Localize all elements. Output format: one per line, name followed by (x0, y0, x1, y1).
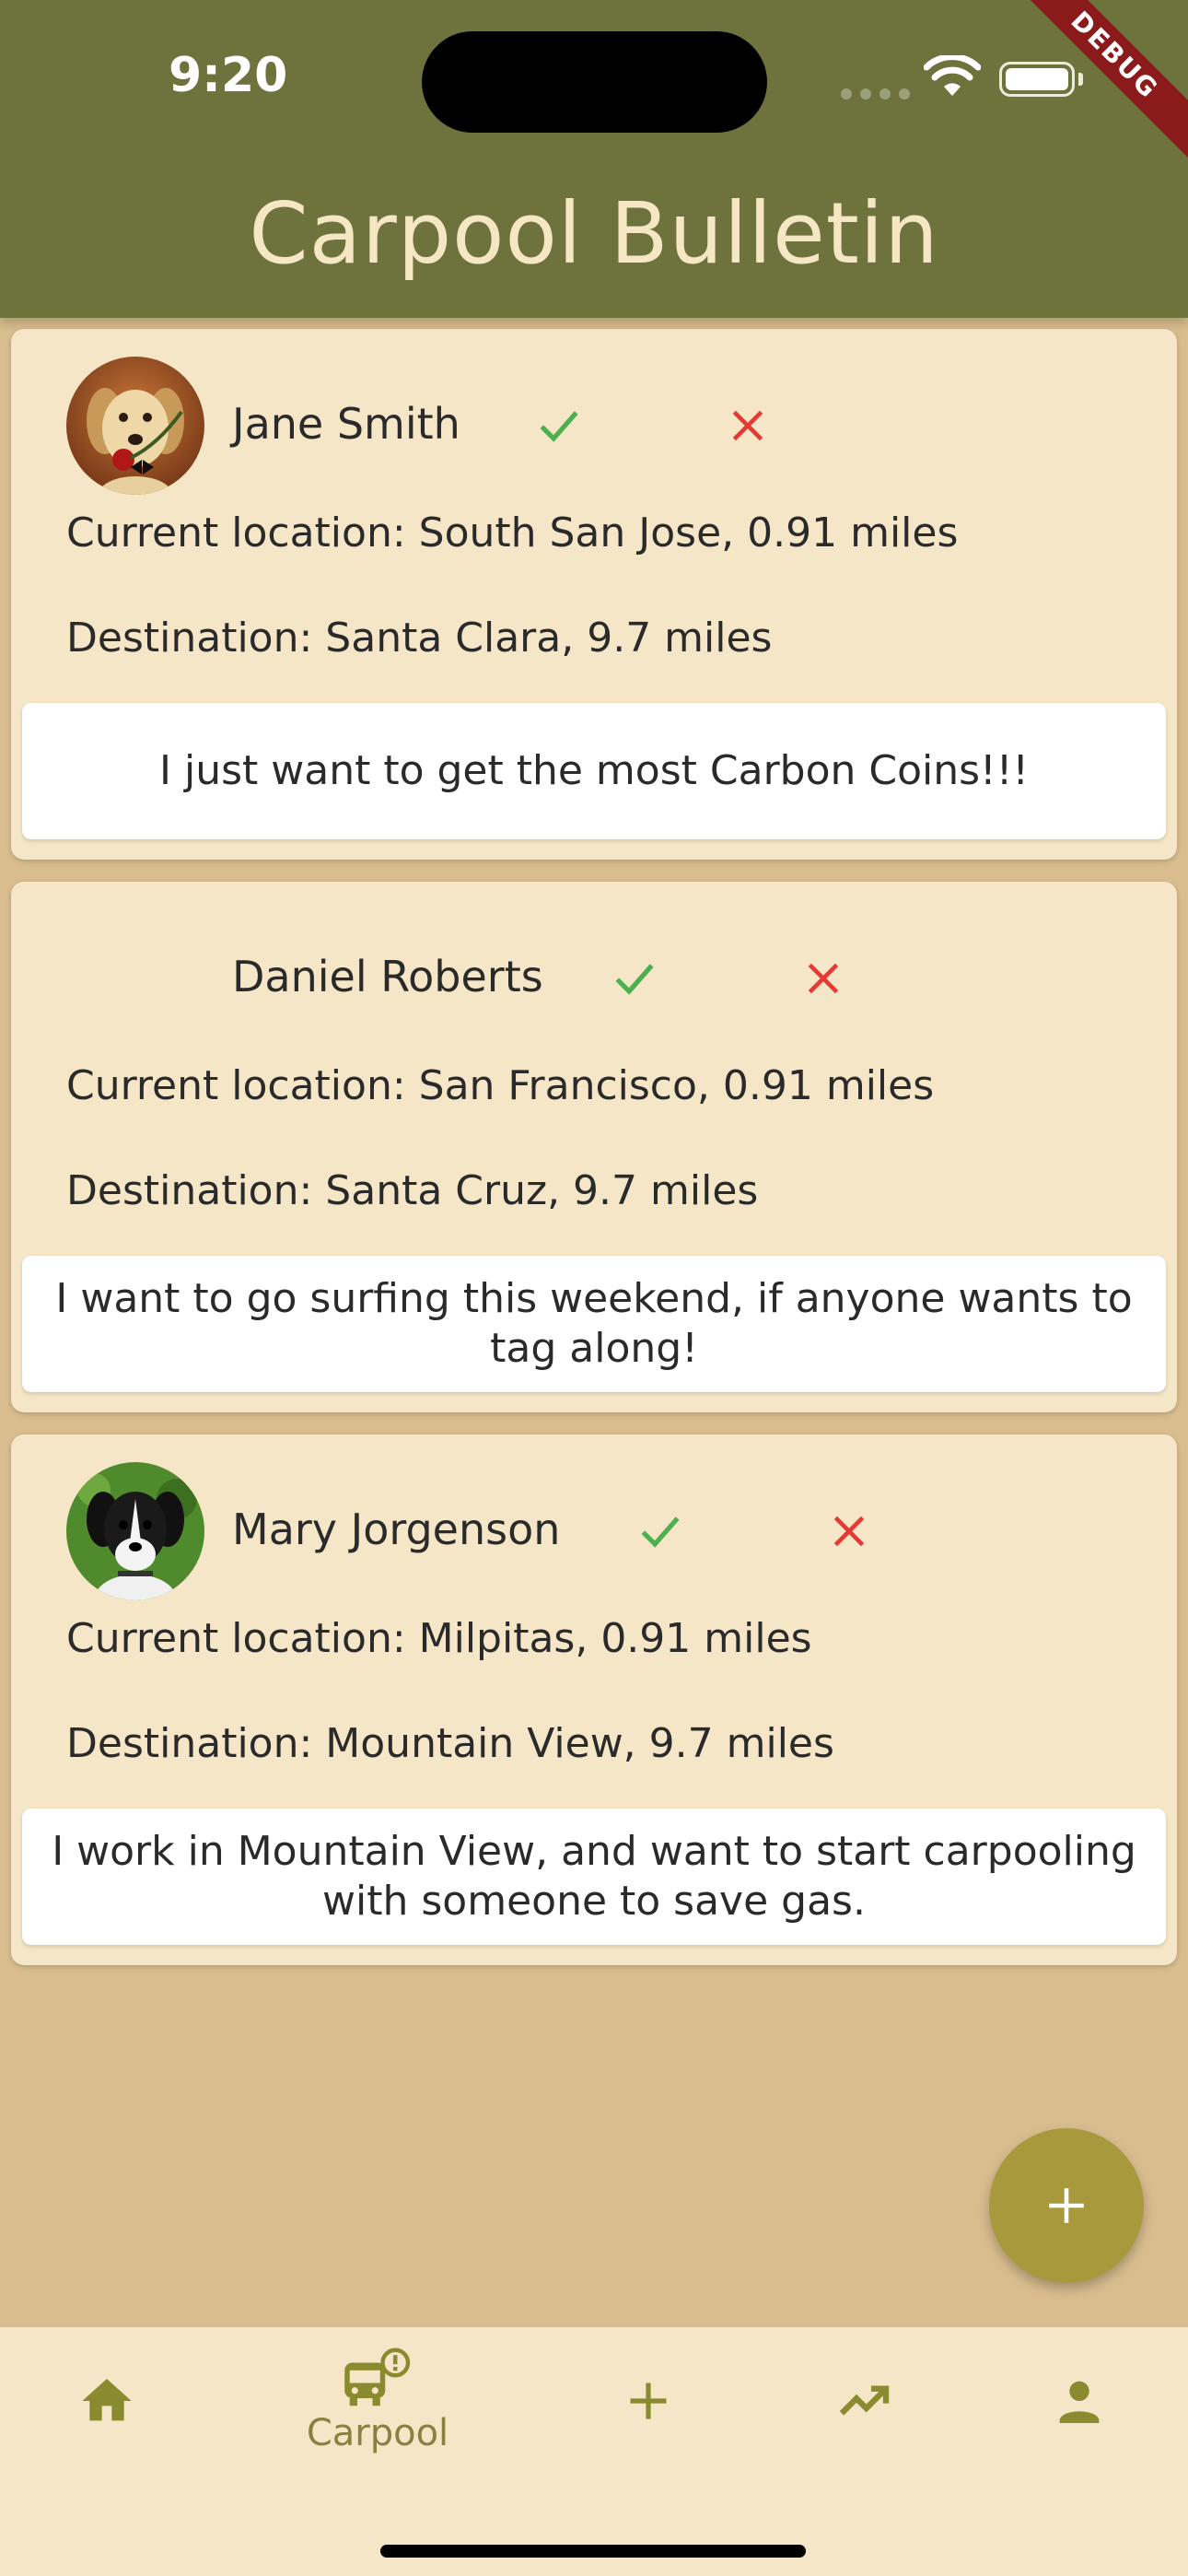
bottom-navigation: Carpool (0, 2327, 1188, 2576)
accept-button[interactable] (602, 946, 667, 1011)
person-icon (1059, 2381, 1100, 2423)
destination: Destination: Santa Cruz, 9.7 miles (66, 1167, 759, 1214)
close-icon (732, 410, 763, 441)
nav-home[interactable] (61, 2327, 153, 2475)
reject-button[interactable] (817, 1499, 881, 1563)
post-card: Mary Jorgenson Current location: Milpita… (11, 1434, 1177, 1965)
plus-icon (630, 2383, 667, 2419)
nav-profile[interactable] (1033, 2327, 1125, 2475)
battery-icon (999, 62, 1075, 97)
app-bar: 9:20 DEBUG Carpool Bulletin (0, 0, 1188, 318)
post-card: Daniel Roberts Current location: San Fra… (11, 882, 1177, 1412)
black-white-puppy-photo (66, 1462, 204, 1600)
app-title: Carpool Bulletin (249, 184, 939, 283)
nav-carpool[interactable]: Carpool (285, 2327, 470, 2475)
nav-trends[interactable] (818, 2327, 910, 2475)
home-icon (82, 2379, 132, 2421)
close-icon (833, 1516, 865, 1547)
dynamic-island (422, 31, 767, 133)
current-location: Current location: Milpitas, 0.91 miles (66, 1615, 812, 1662)
check-icon (641, 1516, 680, 1548)
status-time: 9:20 (169, 48, 288, 103)
message-box: I work in Mountain View, and want to sta… (22, 1809, 1166, 1945)
status-icons (841, 55, 1083, 101)
accept-button[interactable] (628, 1499, 693, 1563)
trending-up-icon (839, 2385, 890, 2416)
reject-button[interactable] (791, 946, 856, 1011)
post-card: Jane Smith Current location: South San J… (11, 329, 1177, 860)
destination: Destination: Santa Clara, 9.7 miles (66, 615, 773, 662)
message-box: I want to go surfing this weekend, if an… (22, 1256, 1166, 1392)
check-icon (615, 964, 654, 995)
home-indicator[interactable] (380, 2545, 806, 2558)
wifi-icon (924, 55, 981, 96)
driver-name: Mary Jorgenson (232, 1505, 561, 1554)
current-location: Current location: San Francisco, 0.91 mi… (66, 1062, 935, 1109)
check-icon (540, 411, 578, 442)
avatar[interactable] (66, 357, 204, 495)
close-icon (808, 963, 839, 994)
accept-button[interactable] (527, 393, 591, 458)
driver-name: Jane Smith (232, 399, 460, 449)
message-box: I just want to get the most Carbon Coins… (22, 703, 1166, 839)
add-post-button[interactable] (989, 2128, 1144, 2283)
bus-alert-icon (344, 2348, 411, 2406)
nav-add[interactable] (602, 2327, 694, 2475)
reject-button[interactable] (716, 393, 780, 458)
avatar[interactable] (66, 1462, 204, 1600)
cellular-signal-icon (841, 88, 910, 100)
driver-name: Daniel Roberts (232, 952, 543, 1001)
puppy-with-rose-photo (66, 357, 204, 495)
destination: Destination: Mountain View, 9.7 miles (66, 1720, 834, 1767)
current-location: Current location: South San Jose, 0.91 m… (66, 509, 959, 556)
nav-carpool-label: Carpool (306, 2412, 449, 2454)
plus-icon (1049, 2188, 1084, 2223)
